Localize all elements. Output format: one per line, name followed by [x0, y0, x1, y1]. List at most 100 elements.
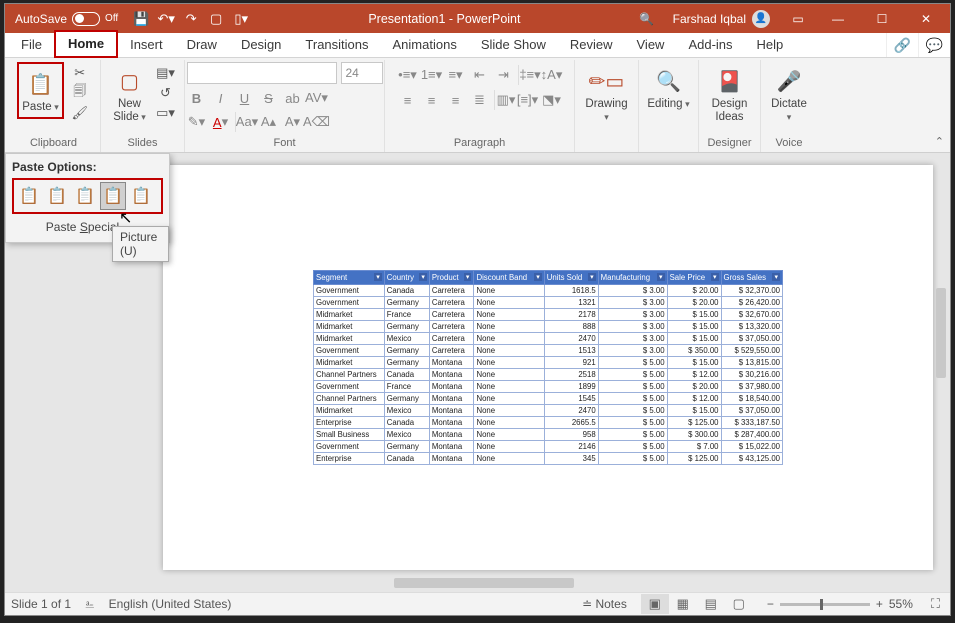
shrink-font-button[interactable]: A▾ [283, 112, 303, 132]
table-row: Channel PartnersGermanyMontanaNone1545$ … [314, 393, 783, 405]
tab-animations[interactable]: Animations [381, 33, 469, 57]
normal-view-icon[interactable]: ▣ [641, 594, 669, 614]
table-header[interactable]: Country▾ [384, 271, 429, 285]
paste-picture-icon[interactable]: 📋 [100, 182, 126, 210]
horizontal-scrollbar[interactable] [163, 576, 932, 590]
table-header[interactable]: Gross Sales▾ [721, 271, 783, 285]
paste-text-only-icon[interactable]: 📋 [128, 182, 154, 210]
font-color-button[interactable]: A▾ [211, 112, 231, 132]
list-level-button[interactable]: ≡▾ [446, 65, 466, 85]
slide-canvas[interactable]: Segment▾Country▾Product▾Discount Band▾Un… [163, 165, 933, 570]
zoom-in-button[interactable]: + [876, 597, 883, 611]
align-right-button[interactable]: ≡ [446, 90, 466, 110]
paste-embed-icon[interactable]: 📋 [72, 182, 98, 210]
tab-slideshow[interactable]: Slide Show [469, 33, 558, 57]
design-ideas-button[interactable]: 🎴 Design Ideas [710, 62, 750, 125]
table-header[interactable]: Manufacturing▾ [598, 271, 667, 285]
new-slide-button[interactable]: ▢ New Slide [110, 62, 150, 125]
copy-icon[interactable]: 🗐 [70, 84, 90, 102]
language-indicator[interactable]: English (United States) [109, 597, 232, 611]
minimize-button[interactable]: — [816, 4, 860, 33]
tab-draw[interactable]: Draw [175, 33, 229, 57]
italic-button[interactable]: I [211, 88, 231, 108]
user-account[interactable]: Farshad Iqbal 👤 [663, 10, 780, 28]
share-button[interactable]: 🔗 [886, 33, 918, 57]
dec-indent-button[interactable]: ⇤ [470, 65, 490, 85]
justify-button[interactable]: ≣ [470, 90, 490, 110]
tab-insert[interactable]: Insert [118, 33, 175, 57]
start-from-beginning-icon[interactable]: ▢ [205, 8, 227, 30]
bullets-button[interactable]: •≡▾ [398, 65, 418, 85]
cut-icon[interactable]: ✂ [70, 64, 90, 82]
paste-button[interactable]: 📋 Paste [20, 65, 60, 116]
highlight-button[interactable]: ✎▾ [187, 112, 207, 132]
paste-dest-theme-icon[interactable]: 📋 [16, 182, 42, 210]
tab-help[interactable]: Help [745, 33, 796, 57]
search-icon[interactable]: 🔍 [637, 12, 657, 26]
layout-icon[interactable]: ▤▾ [156, 64, 176, 82]
user-name: Farshad Iqbal [673, 12, 746, 26]
tab-addins[interactable]: Add-ins [676, 33, 744, 57]
table-row: MidmarketMexicoCarreteraNone2470$ 3.00$ … [314, 333, 783, 345]
underline-button[interactable]: U [235, 88, 255, 108]
collapse-ribbon-icon[interactable]: ⌃ [935, 135, 944, 148]
clear-format-button[interactable]: A⌫ [307, 112, 327, 132]
bold-button[interactable]: B [187, 88, 207, 108]
save-icon[interactable]: 💾 [130, 8, 152, 30]
vertical-scrollbar[interactable] [934, 161, 948, 584]
close-button[interactable]: ✕ [904, 4, 948, 33]
line-spacing-button[interactable]: ‡≡▾ [518, 65, 538, 85]
spellcheck-icon[interactable]: ⎁ [85, 597, 95, 612]
notes-button[interactable]: ≐ Notes [582, 597, 627, 611]
dictate-button[interactable]: 🎤 Dictate [767, 62, 811, 125]
char-spacing-button[interactable]: AV▾ [307, 88, 327, 108]
table-header[interactable]: Discount Band▾ [474, 271, 544, 285]
undo-icon[interactable]: ↶▾ [155, 8, 177, 30]
columns-button[interactable]: ▥▾ [494, 90, 514, 110]
slideshow-view-icon[interactable]: ▢ [725, 594, 753, 614]
zoom-slider[interactable] [780, 603, 870, 606]
zoom-out-button[interactable]: − [767, 597, 774, 611]
font-size-combo[interactable]: 24 [341, 62, 383, 84]
font-family-combo[interactable] [187, 62, 337, 84]
autosave-toggle[interactable] [72, 12, 100, 26]
tab-view[interactable]: View [625, 33, 677, 57]
table-row: MidmarketGermanyCarreteraNone888$ 3.00$ … [314, 321, 783, 333]
format-painter-icon[interactable]: 🖌 [70, 104, 90, 122]
table-header[interactable]: Product▾ [429, 271, 474, 285]
table-header[interactable]: Sale Price▾ [667, 271, 721, 285]
text-direction-button[interactable]: ↕A▾ [542, 65, 562, 85]
tab-transitions[interactable]: Transitions [293, 33, 380, 57]
inc-indent-button[interactable]: ⇥ [494, 65, 514, 85]
strike-button[interactable]: S [259, 88, 279, 108]
tab-home[interactable]: Home [54, 30, 118, 58]
change-case-button[interactable]: Aa▾ [235, 112, 255, 132]
tab-file[interactable]: File [9, 33, 54, 57]
smartart-button[interactable]: ⬔▾ [542, 90, 562, 110]
fit-to-window-icon[interactable]: ⛶ [927, 596, 944, 612]
comments-button[interactable]: 💬 [918, 33, 950, 57]
ribbon-display-icon[interactable]: ▭ [786, 12, 810, 26]
numbering-button[interactable]: 1≡▾ [422, 65, 442, 85]
table-header[interactable]: Units Sold▾ [544, 271, 598, 285]
zoom-level[interactable]: 55% [889, 597, 913, 611]
reading-view-icon[interactable]: ▤ [697, 594, 725, 614]
align-left-button[interactable]: ≡ [398, 90, 418, 110]
reset-icon[interactable]: ↺ [156, 84, 176, 102]
redo-icon[interactable]: ↷ [180, 8, 202, 30]
align-text-button[interactable]: [≡]▾ [518, 90, 538, 110]
paste-keep-source-icon[interactable]: 📋 [44, 182, 70, 210]
table-header[interactable]: Segment▾ [314, 271, 385, 285]
editing-button[interactable]: 🔍 Editing [645, 62, 691, 113]
drawing-button[interactable]: ✏▭ Drawing [581, 62, 632, 125]
tab-design[interactable]: Design [229, 33, 293, 57]
section-icon[interactable]: ▭▾ [156, 104, 176, 122]
align-center-button[interactable]: ≡ [422, 90, 442, 110]
tab-review[interactable]: Review [558, 33, 625, 57]
sorter-view-icon[interactable]: ▦ [669, 594, 697, 614]
grow-font-button[interactable]: A▴ [259, 112, 279, 132]
shadow-button[interactable]: ab [283, 88, 303, 108]
maximize-button[interactable]: ☐ [860, 4, 904, 33]
qat-more-icon[interactable]: ▯▾ [230, 8, 252, 30]
pasted-table[interactable]: Segment▾Country▾Product▾Discount Band▾Un… [313, 270, 783, 465]
